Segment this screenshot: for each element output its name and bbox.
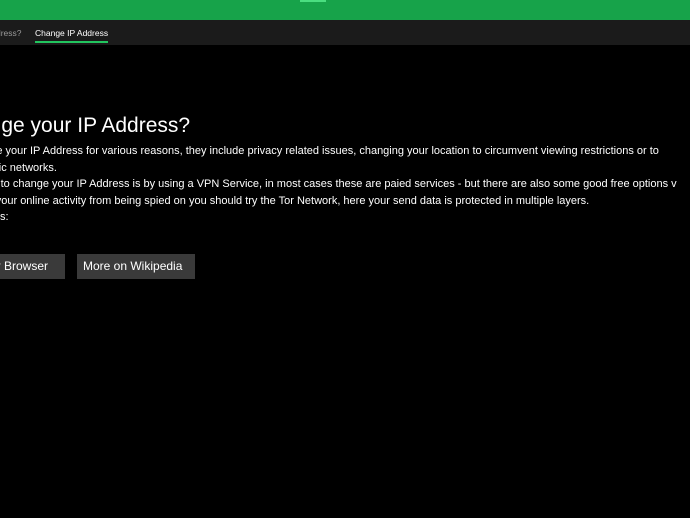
page-heading: ange your IP Address?	[0, 114, 191, 137]
paragraph-line: way to change your IP Address is by usin…	[0, 178, 677, 190]
tab-label: Change IP Address	[35, 28, 109, 38]
main-content: ange your IP Address? ange your IP Addre…	[0, 112, 690, 226]
useful-links-label: l links:	[0, 211, 9, 223]
tab-bar: dress? Change IP Address	[0, 20, 690, 45]
paragraph-line: public networks.	[0, 161, 57, 174]
title-bar-accent	[300, 0, 326, 2]
wikipedia-button[interactable]: More on Wikipedia	[77, 254, 195, 279]
paragraph-line: ange your IP Address for various reasons…	[0, 145, 659, 157]
title-bar	[0, 0, 690, 20]
tab-what-is-ip-address[interactable]: dress?	[0, 20, 22, 45]
tor-browser-button[interactable]: Tor Browser	[0, 254, 65, 279]
paragraph-line: ide your online activity from being spie…	[0, 194, 590, 207]
active-tab-indicator	[35, 41, 109, 43]
tab-change-ip-address[interactable]: Change IP Address	[35, 20, 109, 45]
tab-label: dress?	[0, 28, 22, 38]
